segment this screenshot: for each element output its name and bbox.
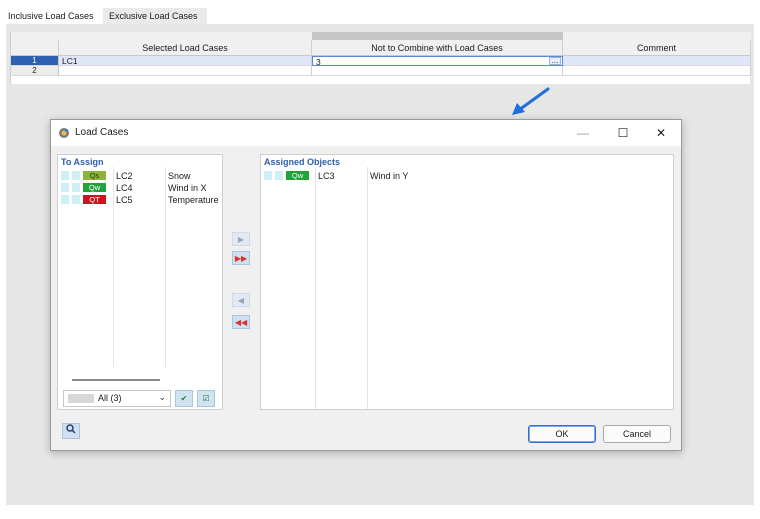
- cell-comment[interactable]: [563, 56, 751, 66]
- load-type-badge: Qw: [286, 171, 309, 180]
- chevron-down-icon: ⌄: [158, 392, 166, 402]
- load-type-badge: Qw: [83, 183, 106, 192]
- column-header-selected-load-cases[interactable]: Selected Load Cases: [59, 40, 312, 56]
- color-swatch: [72, 195, 80, 204]
- maximize-button[interactable]: ☐: [611, 124, 635, 142]
- color-swatch: [61, 195, 69, 204]
- column-header-not-to-combine[interactable]: Not to Combine with Load Cases: [312, 40, 563, 56]
- color-swatch: [275, 171, 283, 180]
- color-swatch: [264, 171, 272, 180]
- load-case-table: Selected Load Cases Not to Combine with …: [10, 32, 751, 84]
- assign-all-button[interactable]: ▶▶: [232, 251, 250, 265]
- filter-value: All (3): [98, 393, 122, 403]
- filter-dropdown[interactable]: All (3) ⌄: [63, 390, 171, 407]
- dialog-title: Load Cases: [75, 127, 129, 138]
- header-strip-active: [312, 32, 563, 40]
- ok-button[interactable]: OK: [528, 425, 596, 443]
- header-strip: [59, 32, 312, 40]
- cell-not-to-combine-editing[interactable]: 3 ...: [312, 56, 563, 67]
- color-swatch: [61, 183, 69, 192]
- list-item[interactable]: QT LC5 Temperature: [58, 194, 222, 206]
- to-assign-list[interactable]: To Assign Qs LC2 Snow Qw LC4 Wind in X Q…: [57, 154, 223, 410]
- cancel-button[interactable]: Cancel: [603, 425, 671, 443]
- load-case-description: Temperature: [168, 195, 219, 205]
- remove-selected-button[interactable]: ◀: [232, 293, 250, 307]
- column-divider: [315, 167, 316, 409]
- tab-bar: Inclusive Load Cases Exclusive Load Case…: [0, 0, 760, 24]
- browse-button[interactable]: ...: [549, 57, 561, 65]
- filter-swatch: [68, 394, 94, 403]
- assign-selected-button[interactable]: ▶: [232, 232, 250, 246]
- horizontal-scrollbar[interactable]: [72, 379, 160, 381]
- callout-arrow-icon: [512, 87, 550, 115]
- help-search-button[interactable]: [62, 423, 80, 439]
- list-item[interactable]: Qw LC3 Wind in Y: [261, 170, 673, 182]
- select-all-button[interactable]: ✔: [175, 390, 193, 407]
- header-strip: [563, 32, 751, 40]
- load-type-badge: Qs: [83, 171, 106, 180]
- load-case-id: LC5: [116, 195, 133, 205]
- column-divider: [367, 167, 368, 409]
- close-button[interactable]: ✕: [649, 124, 673, 142]
- cell-comment[interactable]: [563, 66, 751, 76]
- load-cases-dialog: Load Cases — ☐ ✕ To Assign Qs LC2 Snow Q…: [50, 119, 682, 451]
- dialog-titlebar[interactable]: Load Cases — ☐ ✕: [51, 120, 681, 146]
- list-item[interactable]: Qw LC4 Wind in X: [58, 182, 222, 194]
- row-number[interactable]: 2: [11, 66, 59, 76]
- cell-selected-load-cases[interactable]: [59, 66, 312, 76]
- color-swatch: [61, 171, 69, 180]
- load-case-description: Wind in Y: [370, 171, 409, 181]
- column-header-comment[interactable]: Comment: [563, 40, 751, 56]
- header-strip: [11, 32, 59, 40]
- assigned-objects-list[interactable]: Assigned Objects Qw LC3 Wind in Y: [260, 154, 674, 410]
- cell-not-to-combine[interactable]: [312, 66, 563, 76]
- row-number[interactable]: 1: [11, 56, 59, 66]
- color-swatch: [72, 183, 80, 192]
- load-case-description: Wind in X: [168, 183, 207, 193]
- load-case-id: LC4: [116, 183, 133, 193]
- select-visible-button[interactable]: ☑: [197, 390, 215, 407]
- load-case-description: Snow: [168, 171, 191, 181]
- color-swatch: [72, 171, 80, 180]
- search-icon: [66, 424, 76, 434]
- load-case-id: LC3: [318, 171, 335, 181]
- to-assign-title: To Assign: [61, 157, 104, 167]
- assigned-objects-title: Assigned Objects: [264, 157, 341, 167]
- load-cases-app-icon: [59, 128, 69, 138]
- load-case-id: LC2: [116, 171, 133, 181]
- row-number-header: [11, 40, 59, 56]
- minimize-button[interactable]: —: [571, 124, 595, 142]
- cell-selected-load-cases[interactable]: LC1: [59, 56, 312, 66]
- tab-inclusive-load-cases[interactable]: Inclusive Load Cases: [2, 8, 103, 24]
- remove-all-button[interactable]: ◀◀: [232, 315, 250, 329]
- list-item[interactable]: Qs LC2 Snow: [58, 170, 222, 182]
- load-type-badge: QT: [83, 195, 106, 204]
- tab-exclusive-load-cases[interactable]: Exclusive Load Cases: [103, 8, 207, 24]
